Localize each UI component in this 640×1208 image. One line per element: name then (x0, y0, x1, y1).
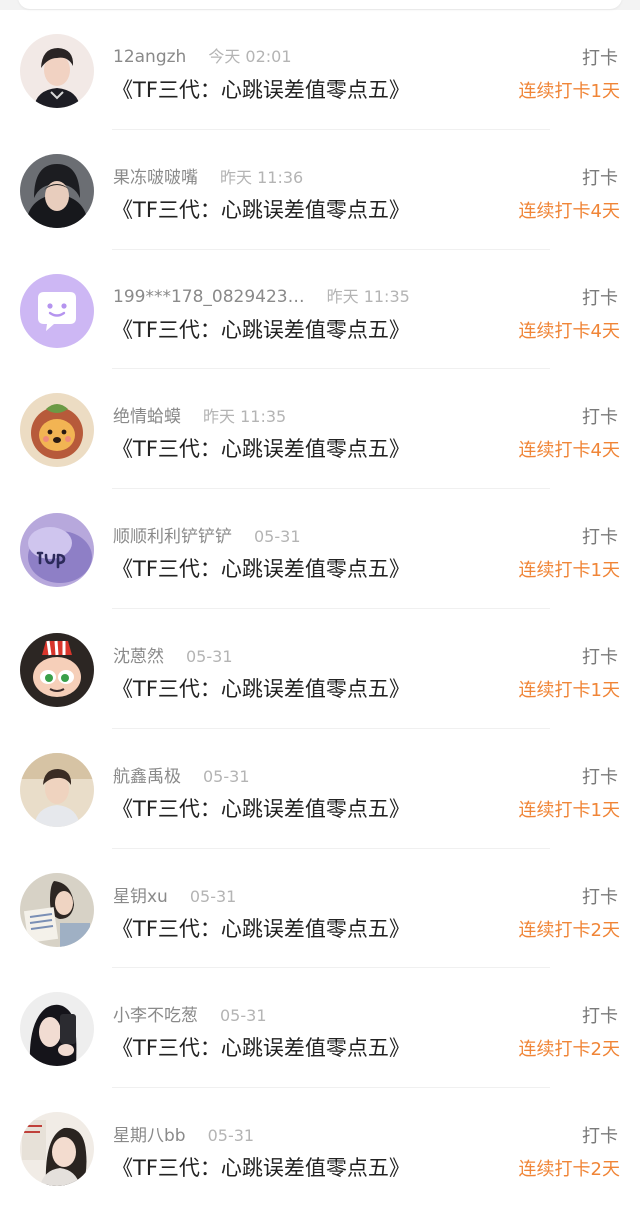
checkin-label: 打卡 (582, 407, 618, 429)
checkin-streak: 连续打卡4天 (518, 440, 620, 462)
user-photo-avatar-icon (20, 872, 94, 947)
checkin-meta: 航鑫禹极 05-31 (113, 762, 250, 788)
user-avatar[interactable] (20, 872, 94, 947)
checkin-time: 今天 02:01 (208, 47, 292, 66)
sheet-top-edge (0, 0, 640, 10)
checkin-time: 昨天 11:35 (203, 407, 287, 427)
checkin-label: 打卡 (582, 886, 618, 908)
user-avatar[interactable] (20, 1112, 94, 1187)
user-name[interactable]: 199***178_0829423… (113, 287, 305, 307)
checkin-row[interactable]: 12angzh 今天 02:01 《TF三代：心跳误差值零点五》 打卡 连续打卡… (0, 10, 640, 130)
user-name[interactable]: 果冻啵啵嘴 (113, 163, 198, 188)
user-photo-avatar-icon (20, 752, 94, 827)
chat-bubble-icon (20, 273, 94, 348)
user-name[interactable]: 小李不吃葱 (113, 1001, 198, 1026)
user-photo-avatar-icon (20, 992, 94, 1067)
user-name[interactable]: 航鑫禹极 (113, 762, 181, 787)
book-title[interactable]: 《TF三代：心跳误差值零点五》 (112, 1152, 410, 1182)
checkin-streak: 连续打卡4天 (518, 320, 620, 342)
user-name[interactable]: 顺顺利利铲铲铲 (113, 522, 232, 547)
checkin-row[interactable]: 星期八bb 05-31 《TF三代：心跳误差值零点五》 打卡 连续打卡2天 (0, 1088, 640, 1208)
checkin-row[interactable]: 顺顺利利铲铲铲 05-31 《TF三代：心跳误差值零点五》 打卡 连续打卡1天 (0, 489, 640, 609)
user-photo-avatar-icon (20, 513, 94, 588)
checkin-time: 05-31 (189, 886, 237, 906)
checkin-time: 昨天 11:36 (220, 167, 304, 187)
checkin-time: 05-31 (220, 1006, 267, 1026)
checkin-time: 昨天 11:35 (326, 286, 410, 306)
checkin-label: 打卡 (582, 646, 618, 668)
book-title[interactable]: 《TF三代：心跳误差值零点五》 (112, 74, 410, 104)
user-name[interactable]: 星钥xu (113, 882, 168, 907)
checkin-streak: 连续打卡1天 (518, 560, 620, 582)
book-title[interactable]: 《TF三代：心跳误差值零点五》 (112, 314, 410, 344)
book-title[interactable]: 《TF三代：心跳误差值零点五》 (112, 1032, 410, 1062)
book-title[interactable]: 《TF三代：心跳误差值零点五》 (112, 553, 410, 583)
checkin-meta: 星期八bb 05-31 (113, 1121, 254, 1147)
cartoon-character-icon (20, 632, 94, 707)
checkin-meta: 小李不吃葱 05-31 (113, 1001, 267, 1027)
book-title[interactable]: 《TF三代：心跳误差值零点五》 (112, 673, 410, 703)
checkin-row[interactable]: 沈蒽然 05-31 《TF三代：心跳误差值零点五》 打卡 连续打卡1天 (0, 609, 640, 729)
checkin-row[interactable]: 果冻啵啵嘴 昨天 11:36 《TF三代：心跳误差值零点五》 打卡 连续打卡4天 (0, 130, 640, 250)
book-title[interactable]: 《TF三代：心跳误差值零点五》 (112, 433, 410, 463)
checkin-streak: 连续打卡4天 (518, 200, 620, 222)
checkin-streak: 连续打卡1天 (518, 799, 620, 821)
checkin-label: 打卡 (582, 167, 618, 189)
user-name[interactable]: 星期八bb (113, 1121, 186, 1146)
checkin-meta: 绝情蛤蟆 昨天 11:35 (113, 402, 286, 428)
user-avatar[interactable] (20, 273, 94, 348)
checkin-streak: 连续打卡1天 (518, 81, 620, 102)
checkin-row[interactable]: 199***178_0829423… 昨天 11:35 《TF三代：心跳误差值零… (0, 250, 640, 370)
book-title[interactable]: 《TF三代：心跳误差值零点五》 (112, 194, 410, 224)
checkin-time: 05-31 (203, 766, 250, 786)
checkin-row[interactable]: 绝情蛤蟆 昨天 11:35 《TF三代：心跳误差值零点五》 打卡 连续打卡4天 (0, 369, 640, 489)
sheet-card-edge (18, 0, 622, 9)
checkin-time: 05-31 (207, 1126, 255, 1146)
user-avatar[interactable] (20, 632, 94, 707)
checkin-row[interactable]: 小李不吃葱 05-31 《TF三代：心跳误差值零点五》 打卡 连续打卡2天 (0, 968, 640, 1088)
checkin-label: 打卡 (582, 287, 618, 309)
user-avatar[interactable] (20, 513, 94, 588)
checkin-label: 打卡 (582, 527, 618, 549)
book-title[interactable]: 《TF三代：心跳误差值零点五》 (112, 913, 410, 943)
checkin-meta: 199***178_0829423… 昨天 11:35 (113, 283, 410, 309)
user-avatar[interactable] (20, 992, 94, 1067)
checkin-label: 打卡 (582, 48, 618, 69)
checkin-streak: 连续打卡2天 (518, 919, 620, 941)
checkin-label: 打卡 (582, 766, 618, 788)
user-name[interactable]: 沈蒽然 (113, 642, 164, 667)
user-name[interactable]: 绝情蛤蟆 (113, 402, 181, 427)
user-avatar[interactable] (20, 34, 94, 108)
user-photo-avatar-icon (20, 153, 94, 228)
user-avatar[interactable] (20, 752, 94, 827)
user-name[interactable]: 12angzh (113, 47, 186, 67)
checkin-time: 05-31 (254, 527, 301, 547)
checkin-streak: 连续打卡2天 (518, 1159, 620, 1181)
book-title[interactable]: 《TF三代：心跳误差值零点五》 (112, 793, 410, 823)
cartoon-lion-icon (20, 393, 94, 468)
checkin-meta: 12angzh 今天 02:01 (113, 43, 292, 69)
checkin-row[interactable]: 星钥xu 05-31 《TF三代：心跳误差值零点五》 打卡 连续打卡2天 (0, 849, 640, 969)
user-photo-avatar-icon (20, 1112, 94, 1187)
checkin-meta: 顺顺利利铲铲铲 05-31 (113, 522, 301, 548)
user-photo-avatar-icon (20, 34, 94, 108)
checkin-meta: 沈蒽然 05-31 (113, 642, 233, 668)
checkin-list: 12angzh 今天 02:01 《TF三代：心跳误差值零点五》 打卡 连续打卡… (0, 10, 640, 1208)
checkin-row[interactable]: 航鑫禹极 05-31 《TF三代：心跳误差值零点五》 打卡 连续打卡1天 (0, 729, 640, 849)
checkin-label: 打卡 (582, 1006, 618, 1028)
user-avatar[interactable] (20, 393, 94, 468)
checkin-streak: 连续打卡1天 (518, 679, 620, 701)
checkin-label: 打卡 (582, 1126, 618, 1148)
checkin-streak: 连续打卡2天 (518, 1039, 620, 1061)
checkin-meta: 星钥xu 05-31 (113, 882, 236, 908)
checkin-time: 05-31 (186, 646, 233, 666)
checkin-meta: 果冻啵啵嘴 昨天 11:36 (113, 163, 303, 189)
user-avatar[interactable] (20, 153, 94, 228)
